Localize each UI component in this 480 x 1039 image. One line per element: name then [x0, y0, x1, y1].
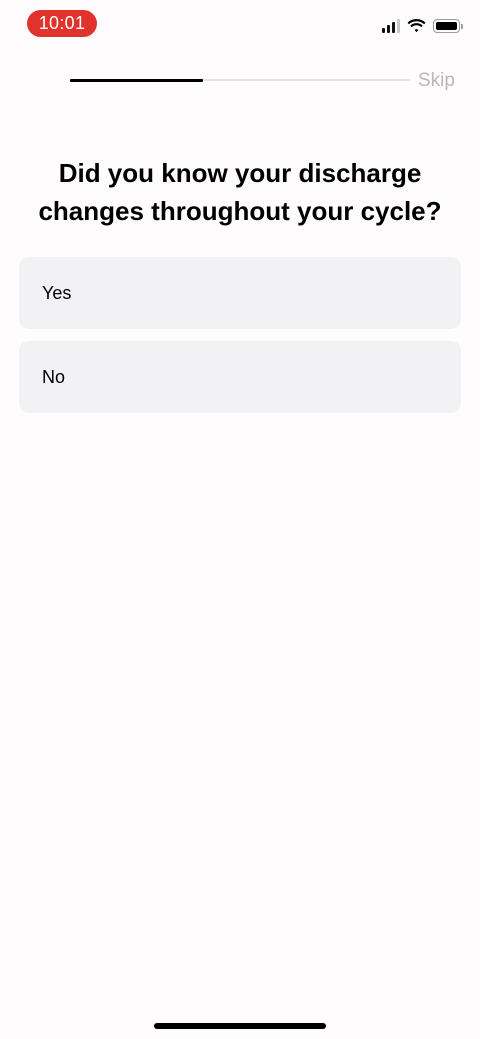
answer-option-yes[interactable]: Yes [19, 257, 461, 329]
status-bar: 10:01 [0, 0, 480, 48]
skip-button[interactable]: Skip [418, 70, 455, 92]
progress-bar-fill [70, 78, 203, 82]
answer-option-no[interactable]: No [19, 341, 461, 413]
status-time: 10:01 [27, 10, 97, 37]
wifi-icon [407, 19, 426, 33]
status-icons [382, 16, 463, 36]
cellular-signal-icon [382, 19, 400, 33]
question-title: Did you know your discharge changes thro… [38, 158, 442, 226]
onboarding-progress-bar [70, 78, 410, 82]
home-indicator [154, 1023, 326, 1029]
battery-icon [433, 19, 463, 33]
